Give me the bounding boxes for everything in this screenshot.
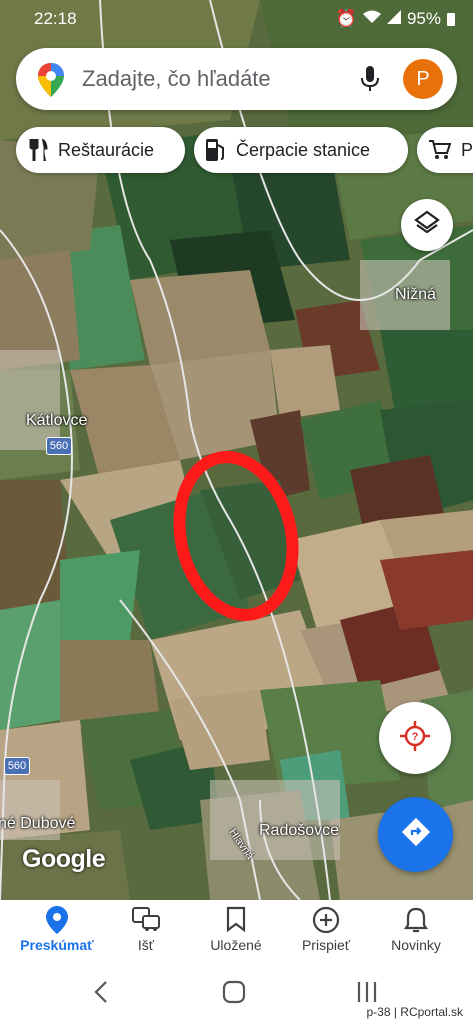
directions-icon (401, 817, 430, 851)
status-time: 22:18 (34, 9, 77, 28)
tab-go[interactable]: Išť (99, 900, 193, 962)
category-chips: Reštaurácie Čerpacie stanice P (16, 127, 473, 173)
place-label-dubove[interactable]: né Dubové (0, 815, 75, 833)
google-attribution: Google (22, 845, 106, 873)
my-location-button[interactable]: ? (379, 702, 451, 774)
alarm-icon: ⏰ (335, 9, 357, 28)
place-label-katlovce[interactable]: Kátlovce (26, 412, 87, 430)
status-bar: 22:18 ⏰ 95% (0, 0, 473, 38)
tab-explore[interactable]: Preskúmať (10, 900, 104, 962)
wifi-icon (362, 9, 381, 29)
tab-label: Išť (137, 937, 155, 953)
explore-pin-icon (10, 906, 104, 934)
chip-shopping[interactable]: P (417, 127, 473, 173)
chip-label: P (461, 139, 473, 160)
battery-icon (447, 12, 455, 26)
tab-label: Novinky (391, 937, 441, 953)
restaurant-icon (28, 139, 48, 161)
back-icon[interactable] (93, 980, 109, 1009)
road-shield-560: 560 (46, 437, 72, 455)
add-circle-icon (279, 906, 373, 934)
commute-icon (99, 906, 193, 932)
bottom-navigation: Preskúmať Išť Uložené Prispieť Novinky (0, 900, 473, 962)
tab-contribute[interactable]: Prispieť (279, 900, 373, 962)
battery-percent: 95% (406, 9, 441, 28)
svg-text:?: ? (412, 731, 419, 743)
layers-button[interactable] (401, 199, 453, 251)
location-unknown-icon: ? (400, 720, 430, 756)
home-icon[interactable] (222, 980, 246, 1009)
chip-gas-stations[interactable]: Čerpacie stanice (194, 127, 408, 173)
chip-label: Čerpacie stanice (236, 139, 371, 160)
search-bar[interactable]: Zadajte, čo hľadáte P (16, 48, 457, 110)
road-shield-560: 560 (4, 757, 30, 775)
chip-label: Reštaurácie (58, 139, 155, 160)
directions-button[interactable] (378, 797, 453, 872)
tab-label: Preskúmať (20, 937, 94, 953)
gas-station-icon (206, 139, 226, 161)
place-label-radosovce[interactable]: Radošovce (259, 822, 339, 840)
chip-restaurants[interactable]: Reštaurácie (16, 127, 185, 173)
signal-icon (386, 9, 401, 29)
google-maps-logo-icon (38, 63, 64, 102)
shopping-cart-icon (429, 140, 451, 160)
bookmark-icon (189, 906, 283, 932)
avatar[interactable]: P (403, 59, 443, 99)
tab-label: Prispieť (301, 937, 351, 953)
tab-saved[interactable]: Uložené (189, 900, 283, 962)
bell-icon (369, 906, 463, 934)
tab-label: Uložené (210, 937, 262, 953)
place-label-nizna[interactable]: Nižná (395, 286, 436, 304)
watermark: p-38 | RCportal.sk (366, 1005, 464, 1019)
search-input[interactable]: Zadajte, čo hľadáte (82, 66, 271, 92)
tab-updates[interactable]: Novinky (369, 900, 463, 962)
mic-icon[interactable] (360, 66, 380, 97)
layers-icon (414, 210, 440, 241)
